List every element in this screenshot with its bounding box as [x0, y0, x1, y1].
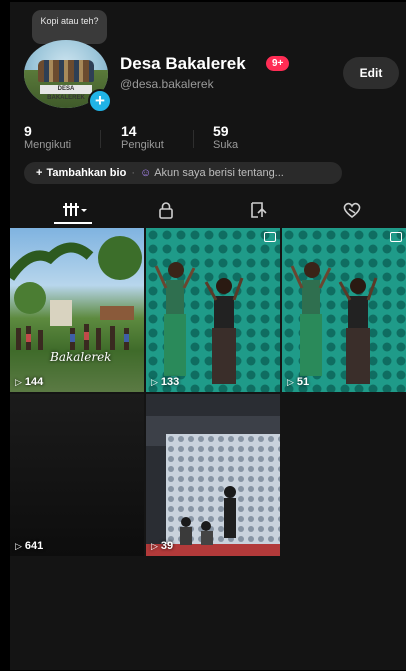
video-thumbnail-dancers — [146, 228, 280, 392]
play-icon: ▷ — [287, 377, 294, 387]
videos-grid-icon — [63, 203, 87, 216]
repost-icon — [251, 202, 267, 218]
view-count-value: 51 — [296, 376, 310, 388]
followers-label: Pengikut — [121, 139, 164, 151]
video-tile[interactable]: ▷ 641 — [10, 394, 144, 556]
video-caption-overlay: Bakalerek — [50, 350, 112, 364]
view-count-value: 133 — [160, 376, 180, 388]
liked-heart-icon — [343, 202, 361, 219]
bio-prompt: Akun saya berisi tentang... — [154, 167, 284, 179]
view-count: ▷ 51 — [287, 376, 309, 388]
video-tile[interactable]: ▷ 133 — [146, 228, 280, 392]
video-thumbnail-village — [10, 236, 142, 350]
tab-reposts[interactable] — [228, 198, 288, 224]
view-count: ▷ 144 — [15, 376, 43, 388]
following-label: Mengikuti — [24, 139, 72, 151]
plus-icon: + — [36, 167, 43, 179]
likes-count: 59 — [213, 123, 229, 139]
add-story-icon[interactable]: + — [88, 89, 112, 113]
likes-label: Suka — [213, 139, 239, 151]
video-thumbnail-dancers — [282, 228, 406, 392]
followers-count: 14 — [121, 123, 137, 139]
avatar-banner-logo: DESA BAKALEREK — [40, 85, 92, 101]
multi-photo-icon — [264, 232, 276, 242]
view-count: ▷ 133 — [151, 376, 179, 388]
tab-private[interactable] — [136, 198, 196, 224]
separator-dot: · — [131, 167, 135, 179]
smile-icon: ☺ — [139, 167, 152, 179]
multi-photo-icon — [390, 232, 402, 242]
view-count-value: 144 — [24, 376, 44, 388]
profile-screen: Kopi atau teh? DESA BAKALEREK + Desa Bak… — [10, 2, 406, 670]
play-icon: ▷ — [151, 541, 158, 551]
play-icon: ▷ — [15, 541, 22, 551]
add-bio-button[interactable]: + Tambahkan bio · ☺ Akun saya berisi tentang… — [24, 162, 342, 184]
stat-divider — [193, 130, 194, 148]
edit-profile-button[interactable]: Edit — [343, 57, 399, 89]
username: @desa.bakalerek — [120, 77, 214, 91]
video-tile[interactable]: ▷ 51 — [282, 228, 406, 392]
active-tab-underline — [54, 222, 92, 224]
play-icon: ▷ — [151, 377, 158, 387]
profile-tabs — [10, 198, 406, 224]
lock-icon — [159, 202, 173, 219]
stat-following[interactable]: 9 Mengikuti — [24, 124, 71, 152]
notification-badge[interactable]: 9+ — [266, 56, 290, 71]
tab-videos[interactable] — [44, 198, 104, 224]
note-bubble[interactable]: Kopi atau teh? — [32, 10, 107, 44]
following-count: 9 — [24, 123, 32, 139]
view-count: ▷ 39 — [151, 540, 173, 552]
video-tile[interactable]: ▷ 39 — [146, 394, 280, 556]
tab-liked[interactable] — [322, 198, 382, 224]
display-name: Desa Bakalerek — [120, 54, 246, 73]
add-bio-label: Tambahkan bio — [46, 167, 127, 179]
view-count-value: 641 — [24, 540, 44, 552]
play-icon: ▷ — [15, 377, 22, 387]
video-thumbnail-stage — [146, 394, 280, 556]
view-count: ▷ 641 — [15, 540, 43, 552]
view-count-value: 39 — [160, 540, 174, 552]
video-tile[interactable]: Bakalerek ▷ 144 — [10, 228, 144, 392]
stat-divider — [100, 130, 101, 148]
avatar-people — [38, 60, 94, 82]
stat-followers[interactable]: 14 Pengikut — [121, 124, 164, 152]
stat-likes[interactable]: 59 Suka — [213, 124, 238, 152]
